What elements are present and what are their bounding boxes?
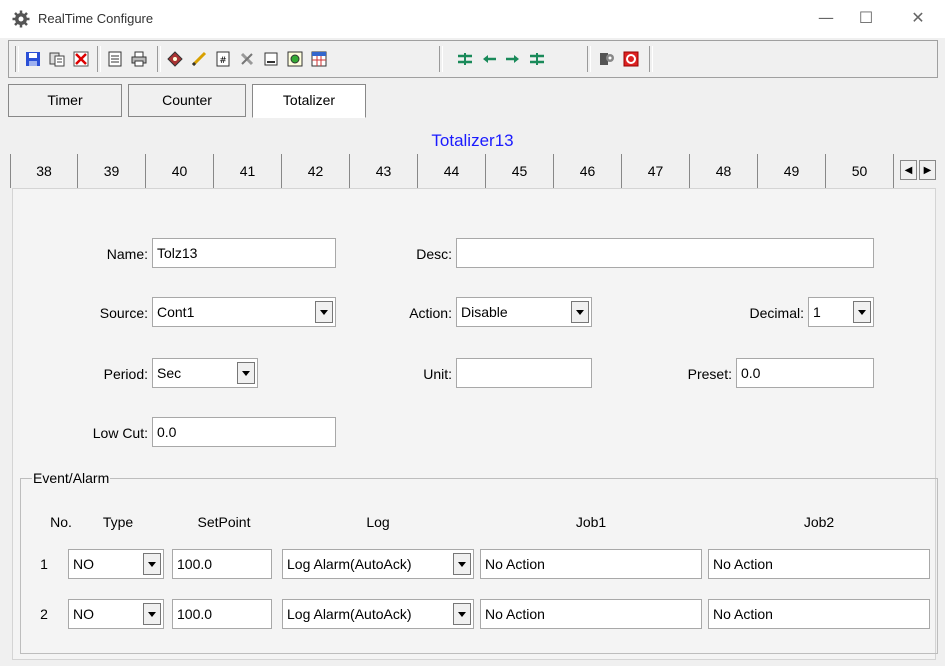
close-button[interactable]: ✕ [898, 6, 938, 30]
scroll-right-icon[interactable]: ▶ [919, 160, 936, 180]
period-value: Sec [157, 365, 182, 381]
chevron-down-icon[interactable] [143, 603, 161, 625]
tab-41[interactable]: 41 [214, 154, 282, 188]
source-value: Cont1 [157, 304, 195, 320]
action-value: Disable [461, 304, 508, 320]
col-job1: Job1 [575, 514, 607, 530]
col-log: Log [366, 514, 390, 530]
title-bar: RealTime Configure — ☐ ✕ [0, 0, 945, 38]
lowcut-label: Low Cut: [92, 425, 148, 441]
type-value: NO [73, 556, 94, 572]
next-icon[interactable] [501, 47, 525, 71]
row-number: 2 [40, 606, 48, 622]
desc-label: Desc: [416, 246, 452, 262]
row-number: 1 [40, 556, 48, 572]
page-icon[interactable] [259, 47, 283, 71]
col-setpoint: SetPoint [197, 514, 251, 530]
tag-icon[interactable] [163, 47, 187, 71]
minimize-button[interactable]: — [806, 6, 846, 30]
source-label: Source: [99, 305, 148, 321]
col-job2: Job2 [803, 514, 835, 530]
tab-39[interactable]: 39 [78, 154, 146, 188]
maximize-button[interactable]: ☐ [846, 6, 886, 30]
tab-43[interactable]: 43 [350, 154, 418, 188]
action-label: Action: [409, 305, 452, 321]
decimal-value: 1 [813, 304, 821, 320]
grid-icon[interactable] [307, 47, 331, 71]
log-select[interactable]: Log Alarm(AutoAck) [282, 549, 474, 579]
job1-field[interactable]: No Action [480, 549, 702, 579]
window-title: RealTime Configure [38, 11, 154, 26]
tab-38[interactable]: 38 [10, 154, 78, 188]
period-select[interactable]: Sec [152, 358, 258, 388]
chart-icon[interactable] [283, 47, 307, 71]
chevron-down-icon[interactable] [143, 553, 161, 575]
tab-totalizer[interactable]: Totalizer [252, 84, 366, 118]
save-icon[interactable] [21, 47, 45, 71]
source-select[interactable]: Cont1 [152, 297, 336, 327]
chevron-down-icon[interactable] [571, 301, 589, 323]
chevron-down-icon[interactable] [853, 301, 871, 323]
chevron-down-icon[interactable] [453, 603, 471, 625]
event-alarm-title: Event/Alarm [32, 470, 111, 486]
preset-label: Preset: [687, 366, 732, 382]
save-as-icon[interactable] [45, 47, 69, 71]
period-label: Period: [103, 366, 148, 382]
name-field[interactable]: Tolz13 [152, 238, 336, 268]
type-select[interactable]: NO [68, 599, 164, 629]
tab-45[interactable]: 45 [486, 154, 554, 188]
chevron-down-icon[interactable] [453, 553, 471, 575]
setpoint-field[interactable]: 100.0 [172, 549, 272, 579]
tab-counter[interactable]: Counter [128, 84, 246, 117]
tab-49[interactable]: 49 [758, 154, 826, 188]
decimal-select[interactable]: 1 [808, 297, 874, 327]
name-label: Name: [106, 246, 148, 262]
prev-icon[interactable] [477, 47, 501, 71]
tab-47[interactable]: 47 [622, 154, 690, 188]
action-select[interactable]: Disable [456, 297, 592, 327]
calc-icon[interactable]: # [211, 47, 235, 71]
tab-42[interactable]: 42 [282, 154, 350, 188]
tab-44[interactable]: 44 [418, 154, 486, 188]
preset-field[interactable]: 0.0 [736, 358, 874, 388]
panel-title: Totalizer13 [431, 131, 514, 150]
tab-scroll: ◀ ▶ [900, 160, 938, 180]
scroll-left-icon[interactable]: ◀ [900, 160, 917, 180]
gear-icon [12, 10, 30, 28]
edit-icon[interactable] [187, 47, 211, 71]
setpoint-field[interactable]: 100.0 [172, 599, 272, 629]
print-icon[interactable] [127, 47, 151, 71]
first-icon[interactable] [453, 47, 477, 71]
tools-icon[interactable] [235, 47, 259, 71]
delete-icon[interactable] [69, 47, 93, 71]
config-icon[interactable] [595, 47, 619, 71]
chevron-down-icon[interactable] [237, 362, 255, 384]
log-value: Log Alarm(AutoAck) [287, 606, 412, 622]
type-value: NO [73, 606, 94, 622]
tab-46[interactable]: 46 [554, 154, 622, 188]
notes-icon[interactable] [103, 47, 127, 71]
last-icon[interactable] [525, 47, 549, 71]
log-select[interactable]: Log Alarm(AutoAck) [282, 599, 474, 629]
log-value: Log Alarm(AutoAck) [287, 556, 412, 572]
tab-40[interactable]: 40 [146, 154, 214, 188]
decimal-label: Decimal: [749, 305, 804, 321]
tab-48[interactable]: 48 [690, 154, 758, 188]
desc-field[interactable] [456, 238, 874, 268]
unit-label: Unit: [423, 366, 452, 382]
lowcut-field[interactable]: 0.0 [152, 417, 336, 447]
unit-field[interactable] [456, 358, 592, 388]
power-icon[interactable] [619, 47, 643, 71]
job2-field[interactable]: No Action [708, 549, 930, 579]
svg-text:#: # [219, 56, 227, 66]
tab-timer[interactable]: Timer [8, 84, 122, 117]
job1-field[interactable]: No Action [480, 599, 702, 629]
job2-field[interactable]: No Action [708, 599, 930, 629]
type-select[interactable]: NO [68, 549, 164, 579]
col-type: Type [102, 514, 134, 530]
toolbar: # [8, 40, 938, 78]
chevron-down-icon[interactable] [315, 301, 333, 323]
tab-50[interactable]: 50 [826, 154, 894, 188]
